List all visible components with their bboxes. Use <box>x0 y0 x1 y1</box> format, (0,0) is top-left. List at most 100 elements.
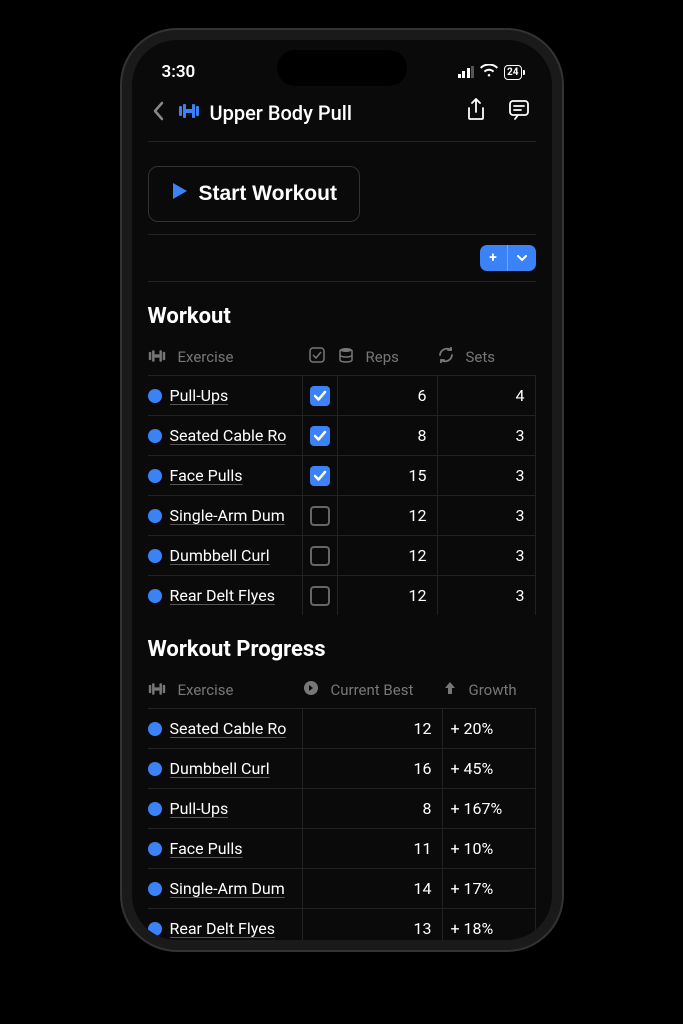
exercise-col-label: Exercise <box>178 681 234 699</box>
reps-value[interactable]: 8 <box>338 426 437 445</box>
exercise-checkbox[interactable] <box>310 546 330 566</box>
arrow-up-icon <box>443 681 463 699</box>
checkbox-icon <box>309 347 331 367</box>
exercise-dot <box>148 802 162 816</box>
sets-value[interactable]: 3 <box>438 586 535 605</box>
table-row: Face Pulls 153 <box>148 455 536 495</box>
growth-value: + 167% <box>443 799 503 818</box>
exercise-name[interactable]: Seated Cable Ro <box>170 719 287 738</box>
exercise-dot <box>148 922 162 936</box>
exercise-checkbox[interactable] <box>310 466 330 486</box>
current-best-value: 12 <box>303 719 442 738</box>
sets-value[interactable]: 3 <box>438 506 535 525</box>
growth-col-label: Growth <box>469 681 517 699</box>
current-best-value: 13 <box>303 919 442 938</box>
current-best-value: 16 <box>303 759 442 778</box>
wifi-icon <box>480 64 498 81</box>
exercise-name[interactable]: Rear Delt Flyes <box>170 919 275 938</box>
exercise-dot <box>148 429 162 443</box>
reps-value[interactable]: 12 <box>338 586 437 605</box>
growth-value: + 18% <box>443 919 494 938</box>
exercise-name[interactable]: Single-Arm Dum <box>170 506 285 525</box>
exercise-dot <box>148 469 162 483</box>
exercise-name[interactable]: Dumbbell Curl <box>170 546 270 565</box>
dynamic-island <box>277 50 407 86</box>
cell-signal-icon <box>458 66 475 78</box>
page-title: Upper Body Pull <box>210 101 450 125</box>
reps-value[interactable]: 12 <box>338 506 437 525</box>
exercise-name[interactable]: Dumbbell Curl <box>170 759 270 778</box>
reps-value[interactable]: 12 <box>338 546 437 565</box>
table-row: Pull-Ups 64 <box>148 375 536 415</box>
chevron-down-icon <box>508 245 536 271</box>
dumbbell-icon <box>148 681 172 699</box>
table-row: Single-Arm Dum 14+ 17% <box>148 868 536 908</box>
refresh-icon <box>438 347 460 367</box>
reps-value[interactable]: 15 <box>338 466 437 485</box>
table-row: Pull-Ups 8+ 167% <box>148 788 536 828</box>
start-workout-button[interactable]: Start Workout <box>148 166 360 222</box>
growth-value: + 20% <box>443 719 494 738</box>
exercise-name[interactable]: Pull-Ups <box>170 799 229 818</box>
exercise-checkbox[interactable] <box>310 506 330 526</box>
current-best-col-label: Current Best <box>331 681 414 699</box>
growth-value: + 45% <box>443 759 494 778</box>
sets-value[interactable]: 3 <box>438 426 535 445</box>
exercise-checkbox[interactable] <box>310 586 330 606</box>
add-button[interactable]: + <box>480 245 536 271</box>
exercise-dot <box>148 722 162 736</box>
current-best-value: 8 <box>303 799 442 818</box>
exercise-dot <box>148 842 162 856</box>
back-button[interactable] <box>148 99 168 127</box>
reps-value[interactable]: 6 <box>338 386 437 405</box>
growth-value: + 17% <box>443 879 494 898</box>
exercise-dot <box>148 549 162 563</box>
workout-section-title: Workout <box>148 304 536 329</box>
status-time: 3:30 <box>162 62 196 82</box>
sets-value[interactable]: 3 <box>438 466 535 485</box>
progress-table-header: Exercise Current Best Growth <box>148 672 536 708</box>
battery-icon: 24 <box>504 65 521 80</box>
header: Upper Body Pull <box>148 90 536 141</box>
table-row: Dumbbell Curl 123 <box>148 535 536 575</box>
stack-icon <box>338 347 360 367</box>
exercise-dot <box>148 389 162 403</box>
progress-section-title: Workout Progress <box>148 637 536 662</box>
table-row: Seated Cable Ro 83 <box>148 415 536 455</box>
exercise-name[interactable]: Pull-Ups <box>170 386 229 405</box>
sets-value[interactable]: 3 <box>438 546 535 565</box>
table-row: Face Pulls 11+ 10% <box>148 828 536 868</box>
exercise-dot <box>148 762 162 776</box>
exercise-col-label: Exercise <box>178 348 234 366</box>
table-row: Seated Cable Ro 12+ 20% <box>148 708 536 748</box>
current-best-value: 11 <box>303 839 442 858</box>
exercise-name[interactable]: Face Pulls <box>170 839 243 858</box>
share-button[interactable] <box>460 98 492 127</box>
phone-frame: 3:30 24 Upper Body Pull <box>122 30 562 950</box>
exercise-name[interactable]: Rear Delt Flyes <box>170 586 275 605</box>
arrow-right-circle-icon <box>303 680 325 700</box>
exercise-checkbox[interactable] <box>310 386 330 406</box>
table-row: Rear Delt Flyes 123 <box>148 575 536 615</box>
table-row: Dumbbell Curl 16+ 45% <box>148 748 536 788</box>
sets-col-label: Sets <box>466 348 496 366</box>
table-row: Single-Arm Dum 123 <box>148 495 536 535</box>
exercise-dot <box>148 589 162 603</box>
exercise-name[interactable]: Single-Arm Dum <box>170 879 285 898</box>
table-row: Rear Delt Flyes 13+ 18% <box>148 908 536 940</box>
workout-table-header: Exercise Reps Sets <box>148 339 536 375</box>
start-workout-label: Start Workout <box>199 182 337 206</box>
reps-col-label: Reps <box>366 348 399 366</box>
play-icon <box>171 181 189 207</box>
sets-value[interactable]: 4 <box>438 386 535 405</box>
exercise-name[interactable]: Seated Cable Ro <box>170 426 287 445</box>
plus-icon: + <box>480 245 508 271</box>
comment-button[interactable] <box>502 99 536 126</box>
growth-value: + 10% <box>443 839 494 858</box>
exercise-checkbox[interactable] <box>310 426 330 446</box>
exercise-dot <box>148 509 162 523</box>
dumbbell-icon <box>148 348 172 366</box>
current-best-value: 14 <box>303 879 442 898</box>
exercise-name[interactable]: Face Pulls <box>170 466 243 485</box>
dumbbell-icon <box>178 102 200 123</box>
